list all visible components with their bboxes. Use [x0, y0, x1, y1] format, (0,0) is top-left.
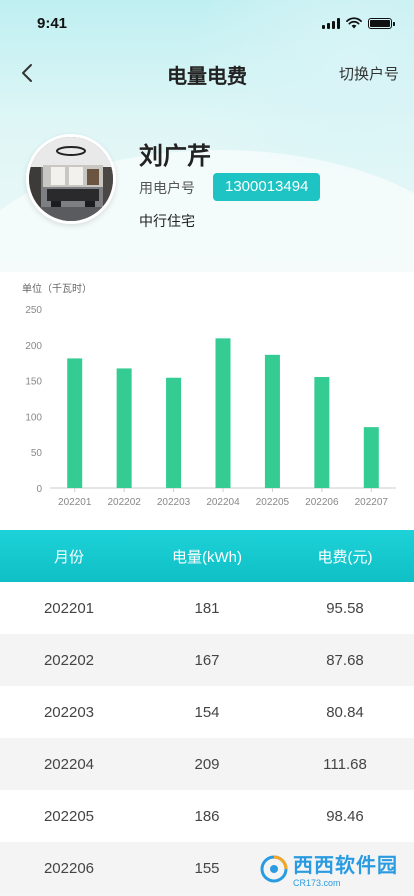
usage-table: 月份 电量(kWh) 电费(元) 202201 181 95.58 202202…	[0, 530, 414, 894]
chart-bar	[314, 377, 330, 488]
chart-bar	[116, 368, 132, 488]
chart-y-tick-label: 0	[36, 484, 42, 495]
usage-chart-card: 单位（千瓦时） 0 50 100 150 200 250 202201 202202 202203…	[0, 272, 414, 530]
header-fee: 电费(元)	[317, 548, 373, 566]
status-time: 9:41	[37, 15, 68, 32]
chart-y-tick-label: 50	[31, 448, 43, 459]
cell-month: 202203	[43, 703, 95, 721]
wifi-icon	[346, 17, 362, 29]
account-holder-name: 刘广芹	[139, 143, 211, 170]
chart-x-tick-label: 202203	[157, 497, 191, 508]
cell-fee: 87.68	[326, 651, 364, 669]
cell-fee: 80.84	[326, 703, 364, 721]
account-address: 中行住宅	[139, 213, 195, 229]
cell-month: 202206	[43, 859, 95, 877]
cellular-signal-icon	[322, 17, 340, 29]
table-row[interactable]: 202204 209 111.68	[0, 738, 414, 790]
cell-fee: 95.58	[326, 599, 364, 617]
account-profile: 刘广芹 用电户号 1300013494 中行住宅	[26, 128, 396, 238]
chart-x-tick-label: 202201	[58, 497, 92, 508]
table-row[interactable]: 202202 167 87.68	[0, 634, 414, 686]
header-usage: 电量(kWh)	[172, 548, 242, 566]
cell-fee: 98.46	[326, 807, 364, 825]
chart-y-axis-label: 单位（千瓦时）	[22, 282, 92, 295]
nav-bar: 电量电费 切换户号	[0, 50, 414, 96]
chart-x-tick-label: 202202	[107, 497, 141, 508]
watermark-text: 西西软件园	[293, 855, 398, 877]
cell-month: 202202	[43, 651, 95, 669]
battery-icon	[368, 17, 395, 29]
chart-bar	[166, 377, 182, 488]
chart-bar	[264, 354, 280, 488]
chart-y-tick-label: 100	[25, 412, 42, 423]
cell-fee: 111.68	[323, 755, 367, 773]
usage-bar-chart: 单位（千瓦时） 0 50 100 150 200 250 202201 202202 202203…	[22, 282, 396, 508]
chart-bar	[67, 358, 83, 488]
cell-usage: 154	[194, 703, 220, 721]
table-row[interactable]: 202205 186 98.46	[0, 790, 414, 842]
cell-usage: 209	[194, 755, 220, 773]
status-bar: 9:41	[0, 0, 414, 48]
chart-x-tick-label: 202204	[206, 497, 240, 508]
chart-x-tick-label: 202205	[256, 497, 290, 508]
account-number-label: 用电户号	[139, 180, 195, 196]
table-header: 月份 电量(kWh) 电费(元)	[0, 530, 414, 582]
switch-account-button[interactable]: 切换户号	[339, 63, 399, 84]
office-photo-image	[29, 137, 113, 221]
status-icons	[322, 17, 395, 29]
chart-bar	[215, 338, 231, 488]
cell-month: 202205	[43, 807, 95, 825]
site-watermark: 西西软件园 CR173.com	[259, 849, 398, 888]
chart-x-tick-label: 202207	[355, 497, 389, 508]
account-number-badge: 1300013494	[213, 173, 321, 201]
cell-month: 202204	[43, 755, 95, 773]
watermark-subtext: CR173.com	[293, 878, 341, 888]
cell-usage: 186	[194, 807, 220, 825]
chart-y-tick-label: 250	[25, 305, 42, 316]
chart-x-tick-label: 202206	[305, 497, 339, 508]
table-row[interactable]: 202203 154 80.84	[0, 686, 414, 738]
avatar	[26, 134, 116, 224]
cell-month: 202201	[43, 599, 95, 617]
cell-usage: 167	[194, 651, 220, 669]
table-row[interactable]: 202201 181 95.58	[0, 582, 414, 634]
chart-y-tick-label: 200	[25, 341, 42, 352]
chart-bar	[363, 427, 379, 488]
chart-y-tick-label: 150	[25, 377, 42, 388]
cell-usage: 181	[194, 599, 220, 617]
watermark-logo-icon	[260, 855, 288, 882]
cell-usage: 155	[194, 859, 220, 877]
header-month: 月份	[53, 548, 84, 566]
